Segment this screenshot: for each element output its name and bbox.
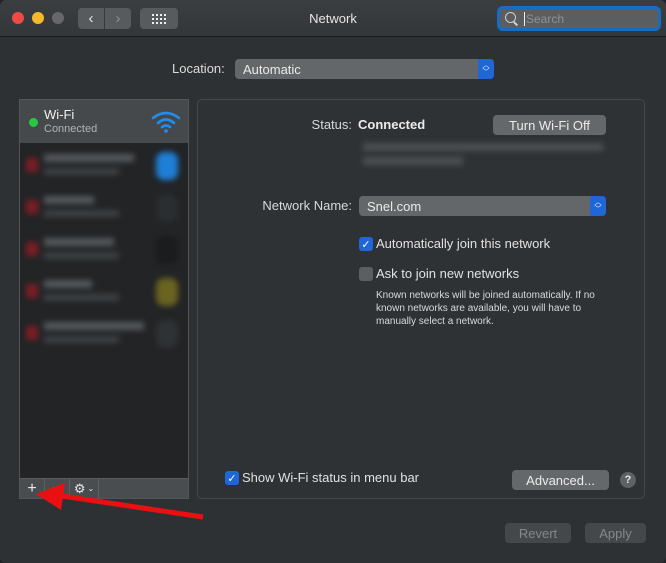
checkmark-icon: ✓ <box>227 472 237 485</box>
annotation-arrow-shaft <box>61 493 204 520</box>
checkmark-icon: ✓ <box>361 238 371 251</box>
service-status: Connected <box>44 123 98 135</box>
advanced-button[interactable]: Advanced... <box>512 470 609 490</box>
service-name: Wi-Fi <box>44 107 75 122</box>
service-item-blurred[interactable] <box>20 230 188 270</box>
action-menu-button[interactable]: ⚙ ⌄ <box>70 479 99 498</box>
help-button[interactable]: ? <box>620 472 636 488</box>
status-dot-icon <box>29 118 38 127</box>
service-list-toolbar: + − ⚙ ⌄ <box>20 478 188 498</box>
apply-button[interactable]: Apply <box>585 523 646 543</box>
network-name-popup[interactable]: Snel.com ︿ ﹀ <box>359 196 606 216</box>
wifi-detail-pane: Status: Connected Turn Wi-Fi Off Network… <box>197 99 645 499</box>
chevron-down-icon: ⌄ <box>87 484 95 493</box>
network-name-label: Network Name: <box>262 198 352 213</box>
service-item-blurred[interactable] <box>20 314 188 354</box>
add-service-button[interactable]: + <box>20 479 45 498</box>
status-description-blurred <box>358 140 608 172</box>
titlebar: ‹ › Network <box>0 0 666 37</box>
ask-join-help-text: Known networks will be joined automatica… <box>376 290 595 327</box>
minus-icon: − <box>52 479 62 497</box>
gear-icon: ⚙ <box>73 480 86 496</box>
turn-wifi-off-button[interactable]: Turn Wi-Fi Off <box>493 115 606 135</box>
location-value: Automatic <box>243 61 301 77</box>
auto-join-checkbox[interactable]: ✓ <box>359 237 373 251</box>
search-field[interactable] <box>497 6 661 31</box>
service-item-blurred[interactable] <box>20 146 188 186</box>
location-label: Location: <box>172 61 225 76</box>
show-status-menu-label[interactable]: Show Wi-Fi status in menu bar <box>242 470 419 485</box>
auto-join-label[interactable]: Automatically join this network <box>376 236 550 251</box>
search-icon <box>505 11 519 26</box>
popup-stepper-icon: ︿ ﹀ <box>590 196 606 216</box>
network-name-value: Snel.com <box>367 198 422 214</box>
service-item-blurred[interactable] <box>20 188 188 228</box>
plus-icon: + <box>27 479 37 497</box>
remove-service-button[interactable]: − <box>45 479 70 498</box>
search-input[interactable] <box>524 11 644 26</box>
service-item-wifi[interactable]: Wi-Fi Connected <box>20 100 188 143</box>
service-list: Wi-Fi Connected + − ⚙ ⌄ <box>19 99 189 499</box>
status-value: Connected <box>358 117 426 132</box>
ask-join-label[interactable]: Ask to join new networks <box>376 266 519 281</box>
revert-button[interactable]: Revert <box>505 523 571 543</box>
service-item-blurred[interactable] <box>20 272 188 312</box>
location-popup[interactable]: Automatic ︿ ﹀ <box>235 59 494 79</box>
show-status-menu-checkbox[interactable]: ✓ <box>225 471 239 485</box>
status-label: Status: <box>311 117 352 132</box>
network-preferences-window: ‹ › Network Location: Automatic ︿﹀ Wi-Fi… <box>0 0 666 563</box>
wifi-icon <box>151 111 181 133</box>
ask-join-checkbox[interactable] <box>359 267 373 281</box>
popup-stepper-icon: ︿ ﹀ <box>478 59 494 79</box>
